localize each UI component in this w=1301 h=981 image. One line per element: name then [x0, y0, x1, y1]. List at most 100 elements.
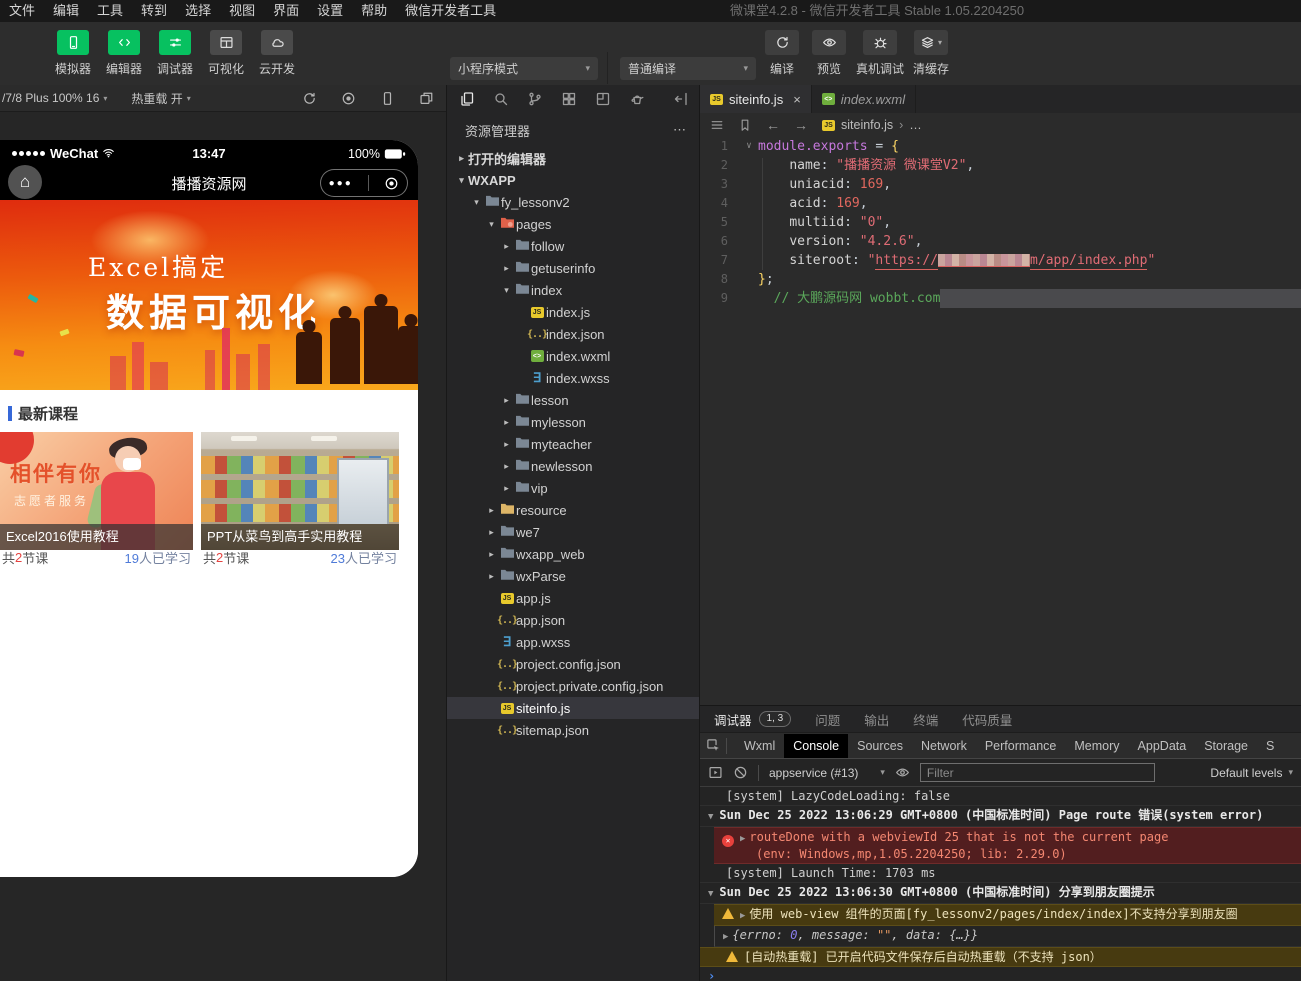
- tree-expand-icon[interactable]: ▸: [485, 549, 498, 560]
- tree-item-index.js[interactable]: JSindex.js: [447, 301, 699, 323]
- refresh-icon[interactable]: [302, 91, 317, 106]
- extensions-icon[interactable]: [561, 91, 577, 107]
- live-expression-icon[interactable]: [895, 765, 910, 780]
- devtools-tab-Performance[interactable]: Performance: [976, 734, 1066, 758]
- record-icon[interactable]: [341, 91, 356, 106]
- devtools-tab-Memory[interactable]: Memory: [1065, 734, 1128, 758]
- editor-tab-siteinfo.js[interactable]: JSsiteinfo.js×: [700, 85, 812, 113]
- collapse-group-icon[interactable]: ▼: [708, 812, 713, 822]
- tree-item-index.wxss[interactable]: ∃index.wxss: [447, 367, 699, 389]
- tree-item-WXAPP[interactable]: ▾WXAPP: [447, 169, 699, 191]
- menu-item[interactable]: 文件: [0, 0, 44, 22]
- tree-expand-icon[interactable]: ▾: [470, 197, 483, 208]
- hero-banner[interactable]: Excel搞定 数据可视化: [0, 200, 418, 390]
- expand-icon[interactable]: ▶: [740, 834, 745, 844]
- menu-item[interactable]: 选择: [176, 0, 220, 22]
- menu-item[interactable]: 转到: [132, 0, 176, 22]
- 编辑器-button[interactable]: 编辑器: [103, 30, 145, 77]
- tree-expand-icon[interactable]: ▾: [455, 175, 468, 186]
- tree-item-vip[interactable]: ▸vip: [447, 477, 699, 499]
- tree-expand-icon[interactable]: ▸: [500, 461, 513, 472]
- console-filter-input[interactable]: [920, 763, 1155, 782]
- tree-item-index.wxml[interactable]: <>index.wxml: [447, 345, 699, 367]
- 清缓存-button[interactable]: ▾清缓存: [911, 30, 951, 77]
- tree-item-lesson[interactable]: ▸lesson: [447, 389, 699, 411]
- tree-item-index.json[interactable]: {..}index.json: [447, 323, 699, 345]
- course-card[interactable]: PPT从菜鸟到高手实用教程: [201, 432, 399, 550]
- tree-expand-icon[interactable]: ▸: [485, 571, 498, 582]
- 云开发-button[interactable]: 云开发: [256, 30, 298, 77]
- tree-item-myteacher[interactable]: ▸myteacher: [447, 433, 699, 455]
- collapse-sidebar-icon[interactable]: [673, 91, 689, 107]
- tree-expand-icon[interactable]: ▾: [500, 285, 513, 296]
- device-select[interactable]: /7/8 Plus 100% 16 ▾: [2, 91, 107, 105]
- devtools-tab-Console[interactable]: Console: [784, 734, 848, 758]
- compile-mode-select[interactable]: 普通编译 ▾: [620, 57, 756, 80]
- files-icon[interactable]: [459, 91, 475, 107]
- more-actions-icon[interactable]: ⋯: [673, 122, 687, 138]
- tree-expand-icon[interactable]: ▸: [500, 417, 513, 428]
- execution-context-select[interactable]: appservice (#13) ▾: [769, 766, 885, 780]
- debugger-tab-终端[interactable]: 终端: [913, 710, 938, 729]
- tree-item-getuserinfo[interactable]: ▸getuserinfo: [447, 257, 699, 279]
- 可视化-button[interactable]: 可视化: [205, 30, 247, 77]
- tree-item-siteinfo.js[interactable]: JSsiteinfo.js: [447, 697, 699, 719]
- tree-item-mylesson[interactable]: ▸mylesson: [447, 411, 699, 433]
- collapse-group-icon[interactable]: ▼: [708, 889, 713, 899]
- tree-item-project.private.config.json[interactable]: {..}project.private.config.json: [447, 675, 699, 697]
- menu-item[interactable]: 界面: [264, 0, 308, 22]
- debugger-tab-代码质量[interactable]: 代码质量: [962, 710, 1012, 729]
- 预览-button[interactable]: 预览: [809, 30, 849, 77]
- mode-select[interactable]: 小程序模式 ▾: [450, 57, 598, 80]
- menu-item[interactable]: 微信开发者工具: [396, 0, 505, 22]
- 真机调试-button[interactable]: 真机调试: [856, 30, 904, 77]
- tree-expand-icon[interactable]: ▸: [500, 395, 513, 406]
- tree-item--[interactable]: ▸打开的编辑器: [447, 147, 699, 169]
- bookmark-icon[interactable]: [738, 118, 752, 132]
- tree-expand-icon[interactable]: ▸: [455, 153, 468, 164]
- exit-record-button[interactable]: [384, 176, 399, 191]
- window-icon[interactable]: [595, 91, 611, 107]
- phone-small-icon[interactable]: [380, 91, 395, 106]
- expand-icon[interactable]: ▶: [723, 932, 728, 942]
- tree-item-wxParse[interactable]: ▸wxParse: [447, 565, 699, 587]
- devtools-tab-Network[interactable]: Network: [912, 734, 976, 758]
- fold-icon[interactable]: ∨: [740, 137, 758, 156]
- tree-expand-icon[interactable]: ▸: [500, 241, 513, 252]
- tree-item-app.js[interactable]: JSapp.js: [447, 587, 699, 609]
- tree-item-sitemap.json[interactable]: {..}sitemap.json: [447, 719, 699, 741]
- devtools-tab-AppData[interactable]: AppData: [1129, 734, 1196, 758]
- console-prompt[interactable]: ›: [700, 967, 1301, 981]
- course-card[interactable]: 相伴有你 志愿者服务 Excel2016使用教程: [0, 432, 193, 550]
- tree-expand-icon[interactable]: ▾: [485, 219, 498, 230]
- tree-expand-icon[interactable]: ▸: [500, 483, 513, 494]
- search-icon[interactable]: [493, 91, 509, 107]
- tree-item-we7[interactable]: ▸we7: [447, 521, 699, 543]
- menu-item[interactable]: 设置: [308, 0, 352, 22]
- outline-icon[interactable]: [710, 118, 724, 132]
- teapot-icon[interactable]: [629, 91, 645, 107]
- devtools-tab-Wxml[interactable]: Wxml: [735, 734, 784, 758]
- tree-item-wxapp_web[interactable]: ▸wxapp_web: [447, 543, 699, 565]
- tree-item-app.json[interactable]: {..}app.json: [447, 609, 699, 631]
- inspect-element-icon[interactable]: [700, 738, 726, 753]
- debugger-tab-问题[interactable]: 问题: [815, 710, 840, 729]
- tree-item-resource[interactable]: ▸resource: [447, 499, 699, 521]
- more-button[interactable]: ●●●: [329, 178, 353, 189]
- menu-item[interactable]: 视图: [220, 0, 264, 22]
- expand-icon[interactable]: ▶: [740, 911, 745, 921]
- tree-item-newlesson[interactable]: ▸newlesson: [447, 455, 699, 477]
- 调试器-button[interactable]: 调试器: [154, 30, 196, 77]
- debugger-tab-调试器[interactable]: 调试器1, 3: [714, 710, 791, 729]
- tree-expand-icon[interactable]: ▸: [485, 527, 498, 538]
- hot-reload-toggle[interactable]: 热重载 开 ▾: [131, 90, 190, 107]
- git-branch-icon[interactable]: [527, 91, 543, 107]
- tree-item-follow[interactable]: ▸follow: [447, 235, 699, 257]
- log-levels-select[interactable]: Default levels ▾: [1210, 766, 1293, 780]
- code-editor[interactable]: 1∨module.exports = {2 name: "播播资源 微课堂V2"…: [700, 137, 1301, 705]
- navigate-forward-icon[interactable]: →: [794, 117, 808, 133]
- devtools-tab-S[interactable]: S: [1257, 734, 1283, 758]
- 模拟器-button[interactable]: 模拟器: [52, 30, 94, 77]
- menu-item[interactable]: 编辑: [44, 0, 88, 22]
- navigate-back-icon[interactable]: ←: [766, 117, 780, 133]
